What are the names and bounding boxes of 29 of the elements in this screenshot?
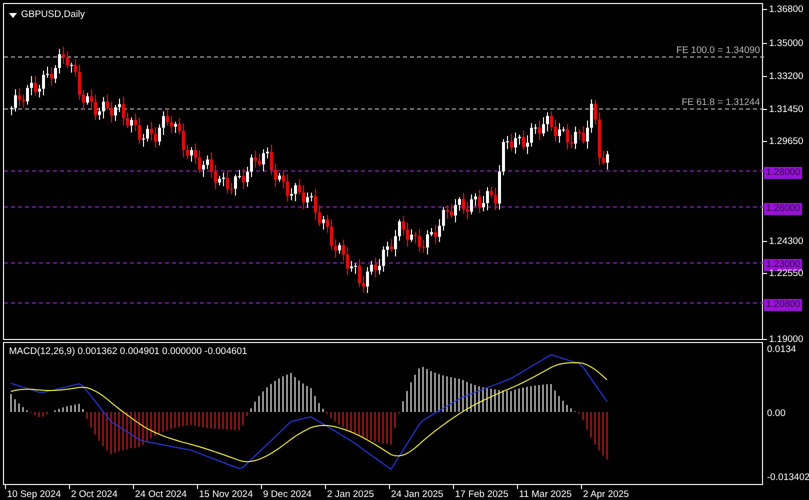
axis-label: 1.19000 — [769, 334, 804, 345]
axis-label: 2 Oct 2024 — [71, 488, 118, 500]
axis-label: 2 Jan 2025 — [327, 488, 374, 500]
axis-label: 1.36800 — [769, 4, 804, 15]
chart-title: GBPUSD,Daily — [21, 8, 85, 22]
axis-label: 1.24300 — [769, 236, 804, 247]
axis-label: 10 Sep 2024 — [7, 488, 61, 500]
axis-label: 11 Mar 2025 — [519, 488, 572, 500]
axis-label: 1.29650 — [769, 136, 804, 147]
axis-label: 1.31450 — [769, 104, 804, 115]
axis-label: 15 Nov 2024 — [199, 488, 253, 500]
price-tag: 1.26000 — [764, 203, 802, 215]
price-tag: 1.20800 — [764, 299, 802, 311]
level-label: FE 100.0 = 1.34090 — [676, 45, 760, 56]
axis-label: 1.33200 — [769, 71, 804, 82]
price-tag: 1.28000 — [764, 167, 802, 179]
axis-label: 0.00 — [767, 408, 786, 419]
axis-label: -0.013402 — [767, 472, 809, 483]
axis-label: 24 Oct 2024 — [135, 488, 187, 500]
axis-label: 1.35000 — [769, 38, 804, 49]
dropdown-icon[interactable] — [9, 12, 17, 18]
axis-label: 1.22550 — [769, 268, 804, 279]
axis-label: 9 Dec 2024 — [263, 488, 312, 500]
axis-label: 2 Apr 2025 — [583, 488, 629, 500]
axis-label: 0.0134 — [767, 344, 796, 355]
axis-label: 17 Feb 2025 — [455, 488, 508, 500]
level-label: FE 61.8 = 1.31244 — [682, 97, 760, 108]
axis-label: 24 Jan 2025 — [391, 488, 444, 500]
indicator-title: MACD(12,26,9) 0.001362 0.004901 0.000000 -0.004601 — [9, 346, 248, 357]
